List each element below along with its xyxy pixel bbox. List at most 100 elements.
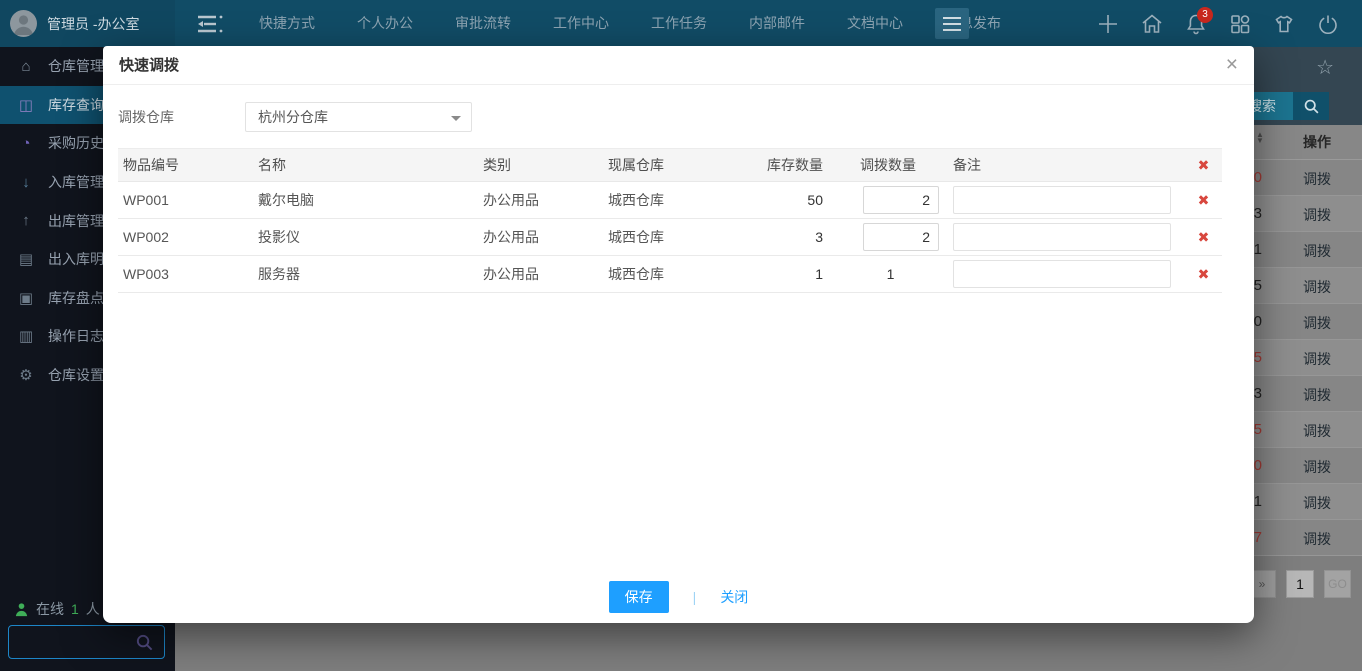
menu-item[interactable]: 快捷方式 — [238, 0, 336, 47]
delete-row-icon[interactable]: ✖ — [1198, 266, 1210, 282]
search-icon — [135, 633, 154, 652]
note-cell — [948, 182, 1185, 219]
notifications-bell-icon[interactable]: 3 — [1184, 12, 1208, 36]
item-warehouse: 城西仓库 — [603, 219, 758, 256]
note-input[interactable] — [953, 223, 1171, 251]
item-name: 服务器 — [253, 256, 478, 293]
save-button[interactable]: 保存 — [609, 581, 669, 613]
transfer-link[interactable]: 调拨 — [1287, 349, 1347, 369]
inbound-icon: ↓ — [17, 174, 35, 191]
pagination: » 1 GO — [1248, 570, 1351, 598]
item-row: WP002投影仪办公用品城西仓库3✖ — [118, 219, 1222, 256]
transfer-link[interactable]: 调拨 — [1287, 205, 1347, 225]
stock-qty: 3 — [758, 219, 828, 256]
online-count: 1 — [71, 601, 79, 617]
modal-table-header-row: 物品编号名称类别现属仓库库存数量调拨数量备注✖ — [118, 149, 1222, 182]
stock-qty: 50 — [758, 182, 828, 219]
stock-qty: 1 — [758, 256, 828, 293]
transfer-qty-value: 1 — [887, 266, 895, 282]
more-menu-icon[interactable] — [935, 8, 969, 39]
topbar-user-area[interactable]: 管理员 -办公室 — [0, 0, 175, 47]
transfer-link[interactable]: 调拨 — [1287, 277, 1347, 297]
transfer-link[interactable]: 调拨 — [1287, 385, 1347, 405]
transfer-form: 调拨仓库 杭州分仓库 — [103, 85, 1254, 138]
sidebar-item-label: 库存查询 — [48, 95, 104, 115]
sort-icon[interactable]: ▲▼ — [1254, 132, 1266, 144]
page-number-input[interactable]: 1 — [1286, 570, 1314, 598]
transfer-link[interactable]: 调拨 — [1287, 493, 1347, 513]
item-row: WP003服务器办公用品城西仓库11✖ — [118, 256, 1222, 293]
apps-grid-icon[interactable] — [1228, 12, 1252, 36]
transfer-link[interactable]: 调拨 — [1287, 313, 1347, 333]
topbar-icons: 3 — [1096, 0, 1340, 47]
sidebar-search-input[interactable] — [8, 625, 165, 659]
go-button[interactable]: GO — [1324, 570, 1351, 598]
favorite-star-icon[interactable]: ☆ — [1316, 55, 1334, 80]
transfer-link[interactable]: 调拨 — [1287, 241, 1347, 261]
note-cell — [948, 256, 1185, 293]
close-button[interactable]: 关闭 — [720, 587, 748, 607]
modal-title: 快速调拨 — [103, 46, 1254, 85]
power-logout-icon[interactable] — [1316, 12, 1340, 36]
transfer-link[interactable]: 调拨 — [1287, 421, 1347, 441]
delete-all-icon[interactable]: ✖ — [1198, 157, 1210, 173]
online-suffix: 人 — [86, 599, 100, 619]
notification-badge: 3 — [1197, 7, 1213, 23]
sidebar-item-label: 出库管理 — [48, 211, 104, 231]
sidebar-item-label: 仓库管理 — [48, 56, 104, 76]
note-input[interactable] — [953, 260, 1171, 288]
warehouse-settings-icon: ⚙ — [17, 366, 35, 384]
column-header: 名称 — [253, 149, 478, 182]
menu-item[interactable]: 审批流转 — [434, 0, 532, 47]
sidebar-item-label: 采购历史 — [48, 133, 104, 153]
item-category: 办公用品 — [478, 256, 603, 293]
note-input[interactable] — [953, 186, 1171, 214]
outbound-icon: ↑ — [17, 212, 35, 229]
target-warehouse-select[interactable]: 杭州分仓库 — [245, 102, 472, 132]
transfer-qty-cell — [828, 182, 948, 219]
online-status: 在线 1 人 — [14, 599, 100, 619]
transfer-qty-input[interactable] — [863, 186, 939, 214]
transfer-qty-input[interactable] — [863, 223, 939, 251]
column-header: 备注 — [948, 149, 1185, 182]
transfer-link[interactable]: 调拨 — [1287, 169, 1347, 189]
column-header: 物品编号 — [118, 149, 253, 182]
action-column-header: 操作 — [1287, 125, 1347, 160]
delete-row-icon[interactable]: ✖ — [1198, 229, 1210, 245]
menu-item[interactable]: 工作中心 — [532, 0, 630, 47]
delete-row-icon[interactable]: ✖ — [1198, 192, 1210, 208]
stocktake-icon: ▣ — [17, 289, 35, 307]
delete-cell: ✖ — [1185, 219, 1222, 256]
inventory-query-icon: ◫ — [17, 96, 35, 114]
warehouse-icon: ⌂ — [17, 58, 35, 75]
column-header: 调拨数量 — [828, 149, 948, 182]
topbar-menu: 快捷方式个人办公审批流转工作中心工作任务内部邮件文档中心信息发布 — [238, 0, 1022, 47]
item-category: 办公用品 — [478, 219, 603, 256]
collapse-sidebar-icon[interactable] — [196, 14, 226, 34]
menu-item[interactable]: 内部邮件 — [728, 0, 826, 47]
sidebar-item-label: 仓库设置 — [48, 365, 104, 385]
close-icon[interactable]: × — [1226, 52, 1238, 78]
chevron-down-icon — [451, 116, 461, 121]
menu-item[interactable]: 个人办公 — [336, 0, 434, 47]
item-code: WP001 — [118, 182, 253, 219]
item-warehouse: 城西仓库 — [603, 256, 758, 293]
select-value: 杭州分仓库 — [258, 107, 328, 127]
column-header: 现属仓库 — [603, 149, 758, 182]
item-warehouse: 城西仓库 — [603, 182, 758, 219]
menu-item[interactable]: 工作任务 — [630, 0, 728, 47]
home-icon[interactable] — [1140, 12, 1164, 36]
purchase-history-icon: ◔ — [17, 135, 35, 152]
sidebar-item-label: 库存盘点 — [48, 288, 104, 308]
add-icon[interactable] — [1096, 12, 1120, 36]
theme-shirt-icon[interactable] — [1272, 12, 1296, 36]
sidebar-item-label: 操作日志 — [48, 326, 104, 346]
search-icon — [1293, 92, 1329, 120]
transfer-link[interactable]: 调拨 — [1287, 457, 1347, 477]
target-warehouse-label: 调拨仓库 — [118, 107, 245, 127]
column-header: 类别 — [478, 149, 603, 182]
delete-all-column: ✖ — [1185, 149, 1222, 182]
transfer-link[interactable]: 调拨 — [1287, 529, 1347, 549]
menu-item[interactable]: 文档中心 — [826, 0, 924, 47]
item-code: WP003 — [118, 256, 253, 293]
